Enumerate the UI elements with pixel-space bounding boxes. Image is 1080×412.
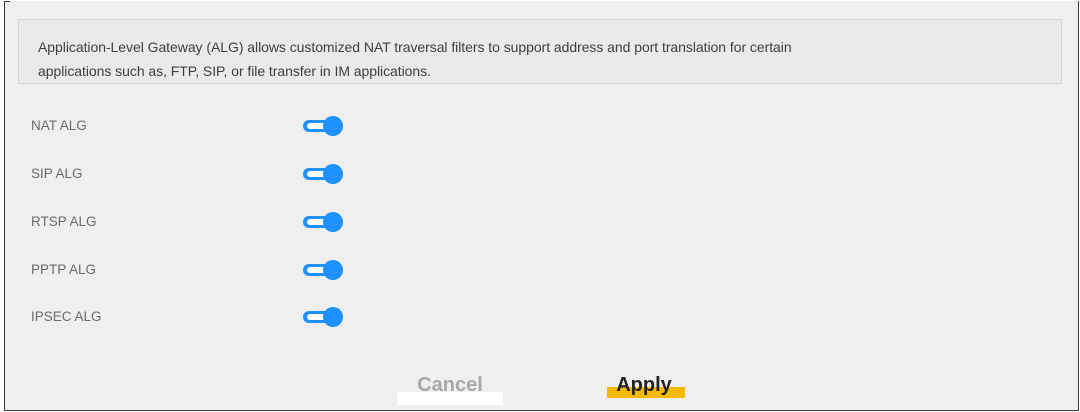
toggle-knob	[323, 116, 343, 136]
toggle-knob	[323, 212, 343, 232]
rtsp-alg-label: RTSP ALG	[31, 214, 97, 229]
pptp-alg-label: PPTP ALG	[31, 262, 97, 277]
nat-alg-toggle[interactable]	[301, 116, 345, 136]
sip-alg-label: SIP ALG	[31, 166, 83, 181]
cancel-button[interactable]: Cancel	[397, 365, 503, 405]
toggle-knob	[323, 164, 343, 184]
setting-row-ipsec-alg: IPSEC ALG	[5, 299, 605, 335]
apply-button-label: Apply	[616, 374, 672, 396]
alg-description-box: Application-Level Gateway (ALG) allows c…	[18, 19, 1062, 84]
setting-row-pptp-alg: PPTP ALG	[5, 252, 605, 288]
apply-button[interactable]: Apply	[601, 365, 687, 405]
frame-corner-mark	[5, 1, 10, 2]
toggle-knob	[323, 260, 343, 280]
pptp-alg-toggle[interactable]	[301, 260, 345, 280]
ipsec-alg-toggle[interactable]	[301, 307, 345, 327]
setting-row-nat-alg: NAT ALG	[5, 108, 605, 144]
description-line-2: applications such as, FTP, SIP, or file …	[38, 63, 431, 79]
description-line-1: Application-Level Gateway (ALG) allows c…	[38, 39, 792, 55]
sip-alg-toggle[interactable]	[301, 164, 345, 184]
nat-alg-label: NAT ALG	[31, 118, 87, 133]
ipsec-alg-label: IPSEC ALG	[31, 309, 102, 324]
setting-row-rtsp-alg: RTSP ALG	[5, 204, 605, 240]
setting-row-sip-alg: SIP ALG	[5, 156, 605, 192]
alg-settings-panel: Application-Level Gateway (ALG) allows c…	[4, 1, 1079, 411]
rtsp-alg-toggle[interactable]	[301, 212, 345, 232]
toggle-knob	[323, 307, 343, 327]
